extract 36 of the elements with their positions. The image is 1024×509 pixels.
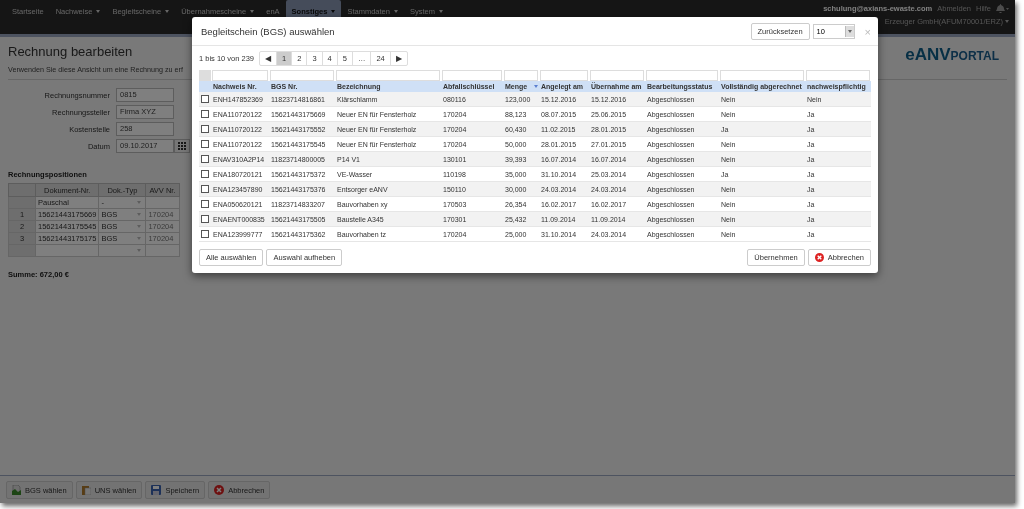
filter-field[interactable] [540, 70, 588, 81]
cancel-icon [214, 485, 225, 495]
filter-field[interactable] [336, 70, 440, 81]
checkbox[interactable] [201, 95, 209, 104]
checkbox[interactable] [201, 185, 209, 194]
table-cell[interactable] [98, 244, 146, 257]
checkbox[interactable] [201, 155, 209, 164]
checkbox[interactable] [201, 230, 209, 239]
document-icon [12, 485, 21, 495]
table-cell[interactable] [35, 244, 99, 257]
checkbox[interactable] [201, 200, 209, 209]
filter-field[interactable] [504, 70, 538, 81]
checkbox[interactable] [201, 170, 209, 179]
filter-field[interactable] [442, 70, 502, 81]
filter-field[interactable] [590, 70, 644, 81]
logo: eANVPORTAL [905, 44, 1000, 65]
checkbox[interactable] [201, 140, 209, 149]
filter-field[interactable] [212, 70, 268, 81]
checkbox[interactable] [201, 110, 209, 119]
filter-field[interactable] [720, 70, 804, 81]
calendar-icon [178, 142, 186, 150]
table-cell[interactable] [145, 196, 180, 209]
checkbox[interactable] [201, 215, 209, 224]
filter-field[interactable] [270, 70, 334, 81]
filter-field[interactable] [646, 70, 718, 81]
filter-field[interactable] [806, 70, 870, 81]
cancel-icon [814, 253, 824, 262]
checkbox[interactable] [201, 125, 209, 134]
clipboard-icon [81, 485, 91, 495]
column-header [8, 183, 36, 197]
table-cell[interactable] [145, 244, 180, 257]
page-title: Rechnung bearbeiten [8, 44, 133, 59]
bell-icon[interactable] [996, 4, 1009, 13]
modal-title: Begleitschein (BGS) auswählen [201, 26, 335, 37]
save-icon [151, 485, 162, 495]
calendar-button[interactable] [174, 139, 190, 153]
